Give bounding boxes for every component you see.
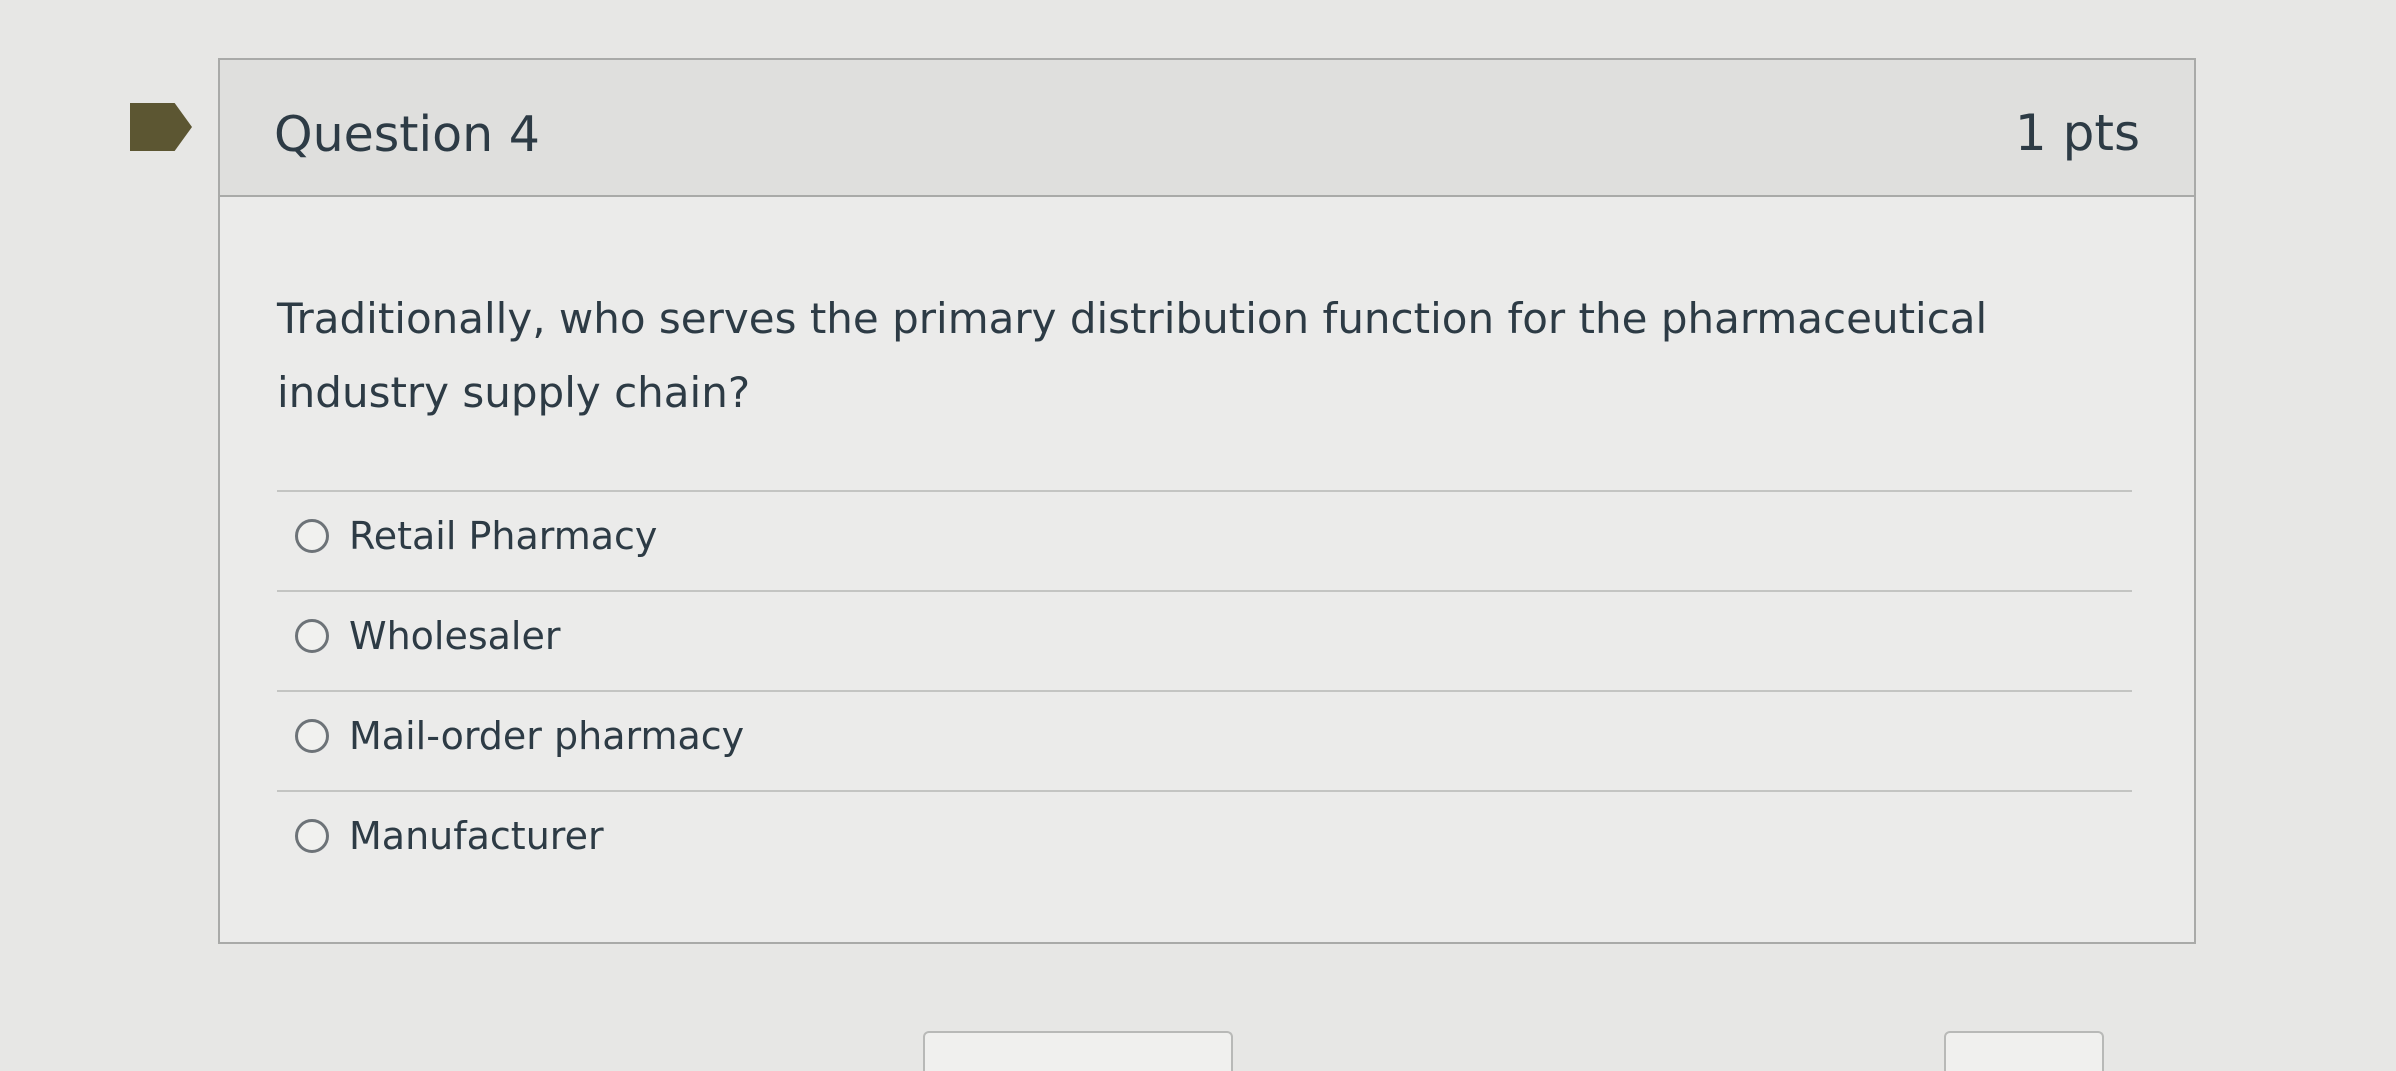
answer-option-mail-order-pharmacy[interactable]: Mail-order pharmacy — [277, 692, 2132, 792]
answer-label[interactable]: Retail Pharmacy — [349, 514, 657, 558]
radio-button-icon[interactable] — [295, 819, 329, 853]
radio-button-icon[interactable] — [295, 519, 329, 553]
answer-label[interactable]: Manufacturer — [349, 814, 604, 858]
answer-label[interactable]: Mail-order pharmacy — [349, 714, 744, 758]
navigation-button[interactable] — [1944, 1031, 2104, 1071]
answer-option-retail-pharmacy[interactable]: Retail Pharmacy — [277, 492, 2132, 592]
navigation-button[interactable] — [923, 1031, 1233, 1071]
question-prompt: Traditionally, who serves the primary di… — [277, 294, 1988, 417]
answer-label[interactable]: Wholesaler — [349, 614, 561, 658]
answer-list: Retail Pharmacy Wholesaler Mail-order ph… — [277, 490, 2132, 890]
radio-button-icon[interactable] — [295, 719, 329, 753]
answer-option-wholesaler[interactable]: Wholesaler — [277, 592, 2132, 692]
question-title: Question 4 — [274, 106, 540, 163]
question-card: Question 4 1 pts Traditionally, who serv… — [218, 58, 2196, 944]
bookmark-flag-icon[interactable] — [130, 103, 192, 151]
answer-option-manufacturer[interactable]: Manufacturer — [277, 792, 2132, 890]
question-points: 1 pts — [2014, 104, 2140, 162]
question-header: Question 4 1 pts — [220, 60, 2194, 197]
radio-button-icon[interactable] — [295, 619, 329, 653]
